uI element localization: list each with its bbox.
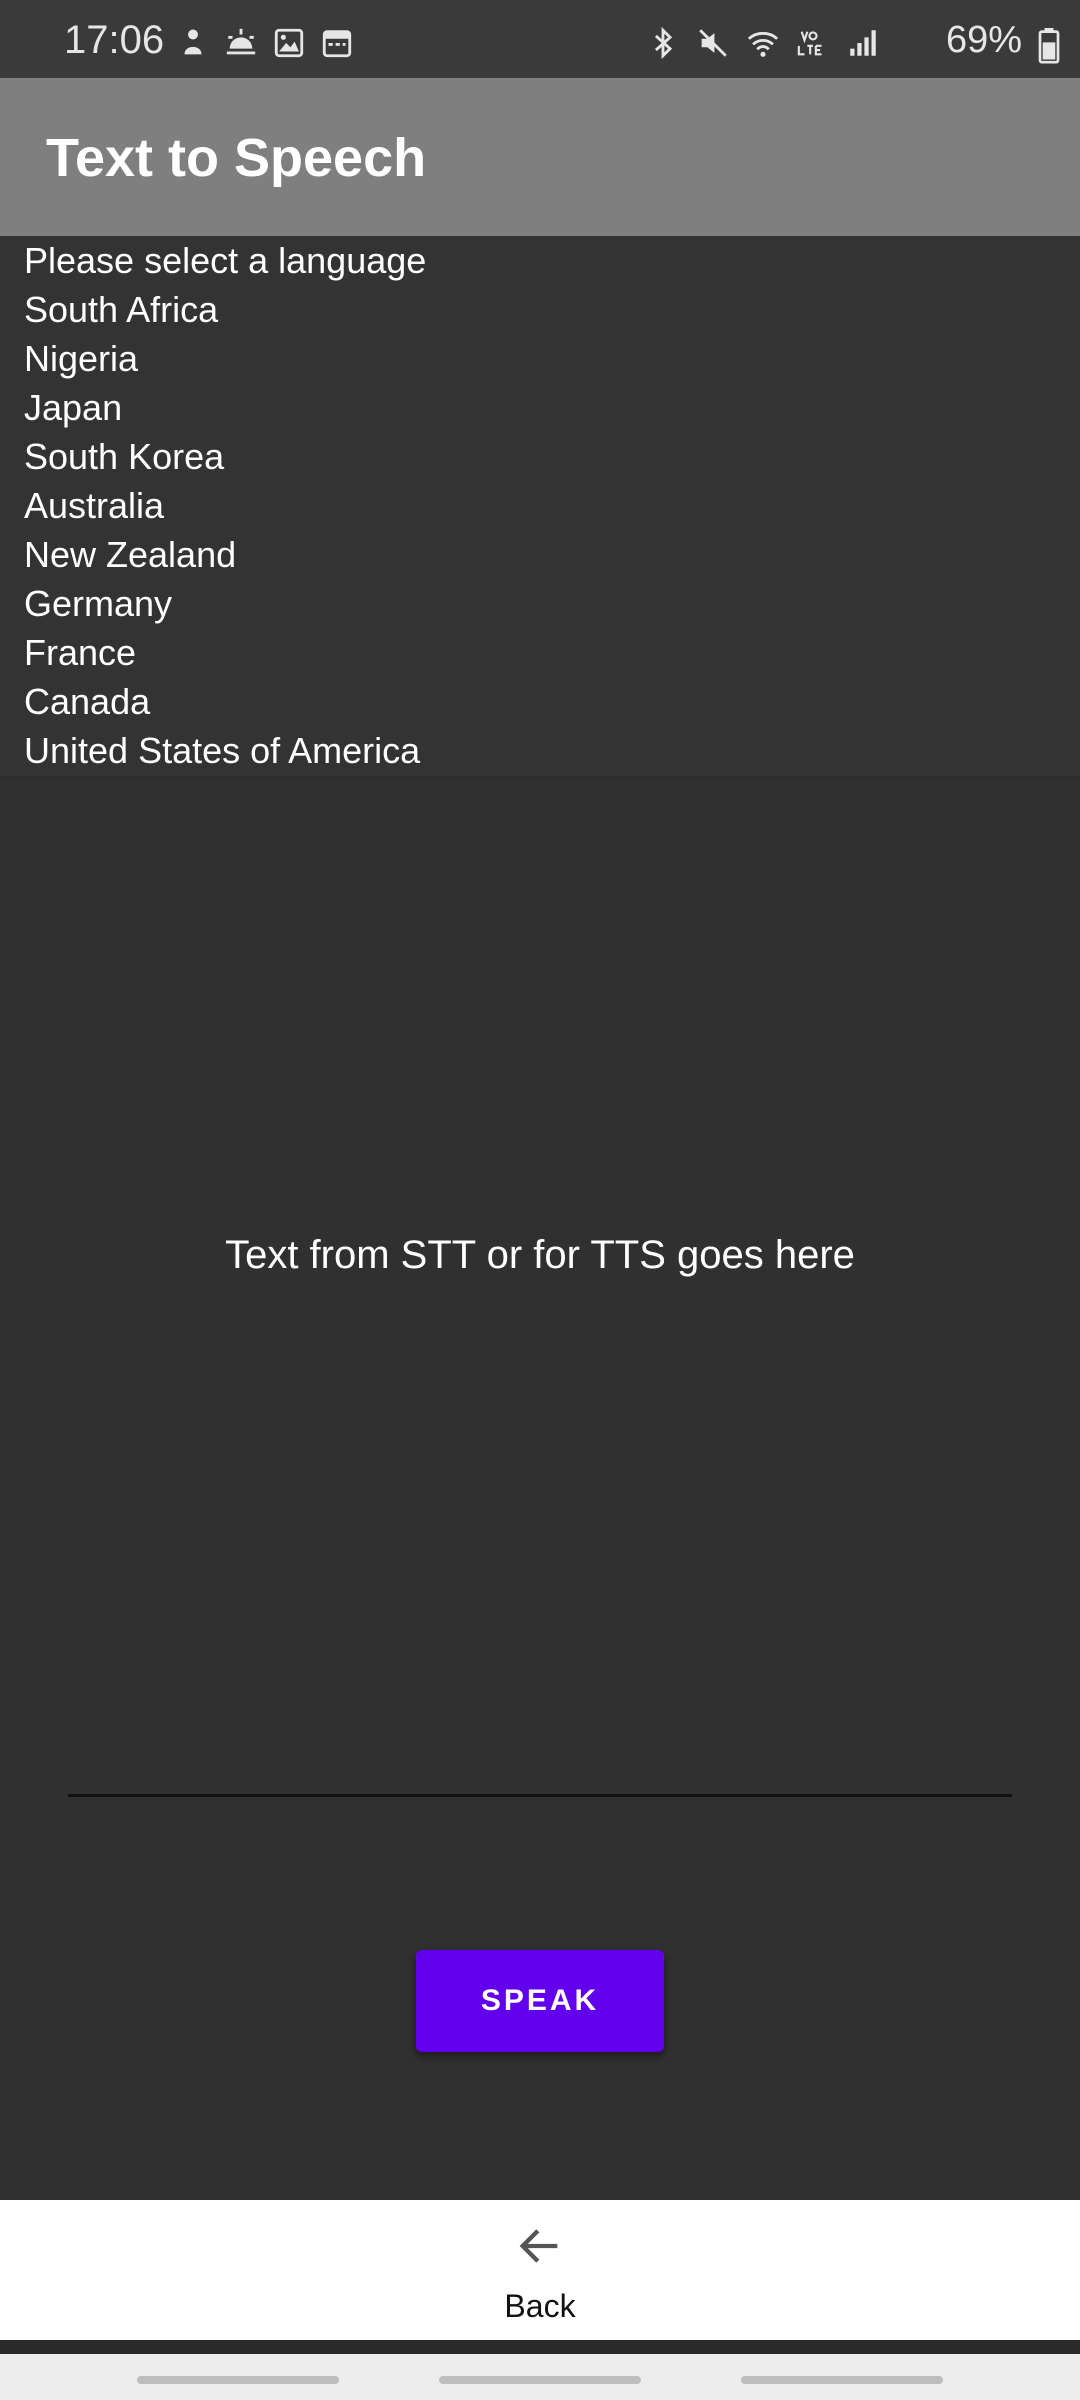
app-bar: Text to Speech bbox=[0, 78, 1080, 236]
language-item-usa[interactable]: United States of America bbox=[0, 726, 1080, 775]
signal-icon bbox=[850, 30, 876, 56]
volte-icon bbox=[797, 31, 822, 56]
language-item-canada[interactable]: Canada bbox=[0, 677, 1080, 726]
speak-button[interactable]: SPEAK bbox=[416, 1950, 664, 2052]
status-time: 17:06 bbox=[64, 18, 165, 62]
wifi-icon bbox=[747, 31, 779, 57]
status-left-icons bbox=[176, 26, 354, 60]
back-bar[interactable]: Back bbox=[0, 2200, 1080, 2340]
language-item-south-africa[interactable]: South Africa bbox=[0, 285, 1080, 334]
weather-icon bbox=[226, 28, 256, 55]
text-field-underline bbox=[68, 1794, 1012, 1797]
nav-recents-handle[interactable] bbox=[137, 2376, 339, 2384]
language-item-germany[interactable]: Germany bbox=[0, 579, 1080, 628]
back-label[interactable]: Back bbox=[0, 2288, 1080, 2324]
nav-home-handle[interactable] bbox=[439, 2376, 641, 2384]
language-item-australia[interactable]: Australia bbox=[0, 481, 1080, 530]
language-list: Please select a language South Africa Ni… bbox=[0, 236, 1080, 778]
language-item-new-zealand[interactable]: New Zealand bbox=[0, 530, 1080, 579]
gallery-icon bbox=[274, 28, 304, 58]
mute-icon bbox=[699, 29, 727, 57]
calendar-icon bbox=[322, 30, 352, 58]
battery-percentage: 69% bbox=[945, 19, 1022, 61]
language-list-header[interactable]: Please select a language bbox=[0, 236, 1080, 285]
tts-text-field[interactable]: Text from STT or for TTS goes here bbox=[0, 1230, 1080, 1280]
language-item-france[interactable]: France bbox=[0, 628, 1080, 677]
language-item-japan[interactable]: Japan bbox=[0, 383, 1080, 432]
status-right-icons bbox=[646, 26, 880, 60]
language-item-south-korea[interactable]: South Korea bbox=[0, 432, 1080, 481]
system-nav-bar bbox=[0, 2354, 1080, 2400]
screen: 17:06 69% Text to Speech Please select a… bbox=[0, 0, 1080, 2400]
battery-icon bbox=[1038, 28, 1060, 64]
back-arrow-icon[interactable] bbox=[514, 2220, 566, 2272]
notification-person-icon bbox=[184, 29, 202, 55]
nav-back-handle[interactable] bbox=[741, 2376, 943, 2384]
page-title: Text to Speech bbox=[46, 128, 427, 188]
bluetooth-icon bbox=[654, 26, 673, 60]
divider bbox=[0, 2340, 1080, 2354]
status-bar: 17:06 69% bbox=[0, 0, 1080, 78]
language-item-nigeria[interactable]: Nigeria bbox=[0, 334, 1080, 383]
